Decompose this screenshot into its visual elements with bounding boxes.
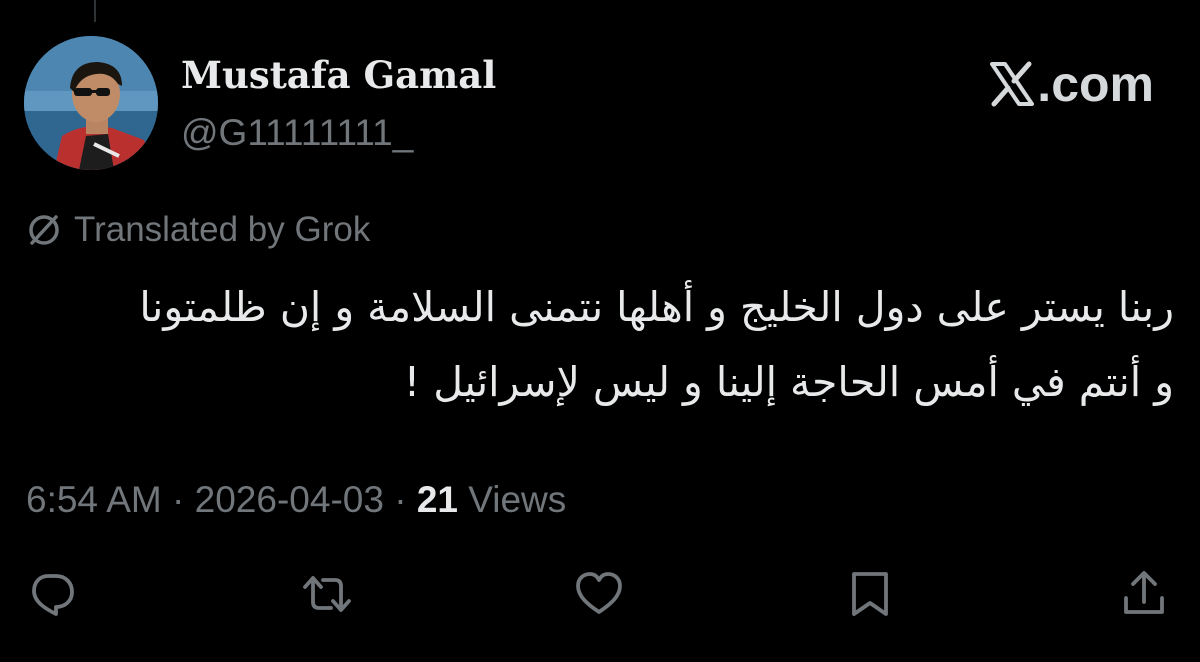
retweet-button[interactable] <box>301 568 353 620</box>
views-count[interactable]: 21 <box>417 479 458 520</box>
tweet-text-line: و أنتم في أمس الحاجة إلينا و ليس لإسرائي… <box>403 358 1174 406</box>
share-icon <box>1124 571 1164 614</box>
meta-separator: · <box>383 479 417 520</box>
translation-notice[interactable]: Translated by Grok <box>26 208 370 252</box>
translate-icon <box>29 215 59 245</box>
x-brand-watermark: .com <box>989 54 1154 114</box>
avatar-photo-icon <box>24 36 158 170</box>
like-button[interactable] <box>573 568 625 620</box>
reply-icon <box>32 574 74 616</box>
author-display-name[interactable]: Mustafa Gamal <box>181 50 496 100</box>
bookmark-icon <box>852 572 888 616</box>
tweet-metadata: 6:54 AM · 2026-04-03 · 21 Views <box>26 476 566 524</box>
views-label: Views <box>457 479 567 520</box>
translation-label: Translated by Grok <box>74 210 371 249</box>
tweet-date[interactable]: 2026-04-03 <box>195 479 384 520</box>
author-handle[interactable]: @G11111111_ <box>181 110 413 156</box>
tweet-time[interactable]: 6:54 AM <box>26 479 162 520</box>
bookmark-button[interactable] <box>844 568 896 620</box>
tweet-text: ربنا يستر على دول الخليج و أهلها نتمنى ا… <box>139 270 1174 420</box>
tweet-action-bar <box>0 568 1200 628</box>
meta-separator: · <box>161 479 195 520</box>
x-logo-icon <box>990 61 1035 107</box>
avatar[interactable] <box>24 36 158 170</box>
retweet-icon <box>303 576 351 612</box>
like-icon <box>576 572 622 614</box>
brand-label: .com <box>1037 56 1154 112</box>
reply-button[interactable] <box>26 568 78 620</box>
thread-connector-line <box>94 0 96 22</box>
share-button[interactable] <box>1118 568 1170 620</box>
tweet-text-line: ربنا يستر على دول الخليج و أهلها نتمنى ا… <box>139 283 1174 331</box>
